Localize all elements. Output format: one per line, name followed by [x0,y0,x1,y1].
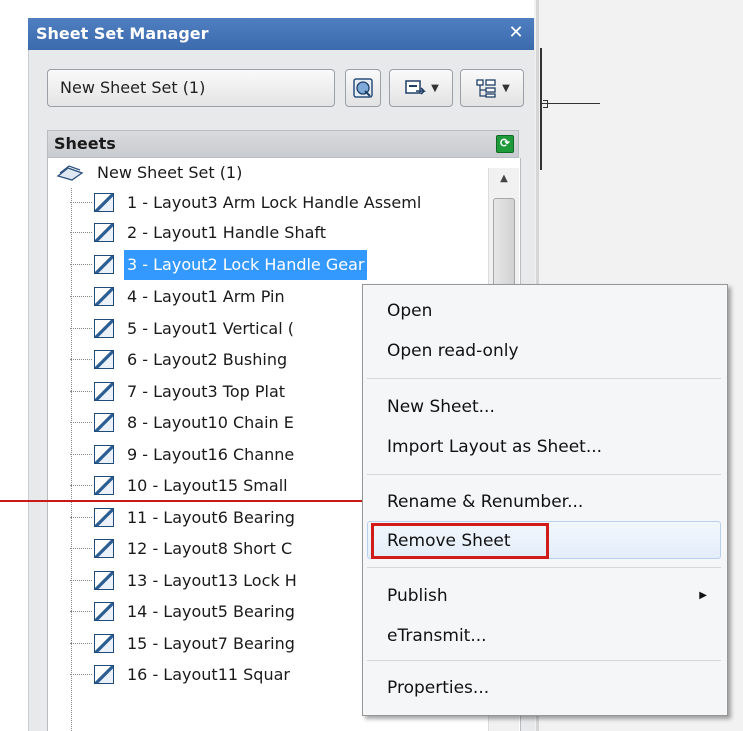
sheet-set-selector[interactable]: New Sheet Set (1) [47,69,335,107]
sheet-icon [94,571,114,590]
menu-separator [367,567,721,568]
menu-item-etransmit[interactable]: eTransmit... [385,620,721,652]
menu-item-publish[interactable]: Publish ▶ [385,580,721,612]
publish-dropdown-button[interactable]: ▼ [389,69,453,107]
chevron-down-icon: ▼ [431,82,439,94]
publish-button[interactable] [345,69,381,107]
annotation-leader-line [540,103,600,104]
chevron-down-icon: ▼ [502,82,510,94]
menu-item-rename-renumber[interactable]: Rename & Renumber... [385,486,721,518]
annotation-pointer-line [0,500,369,502]
menu-separator [367,474,721,475]
palette-title: Sheet Set Manager [36,24,209,43]
palette-title-bar: Sheet Set Manager ✕ [28,18,534,50]
sheet-icon [94,634,114,653]
sheet-icon [94,539,114,558]
sheet-icon [94,508,114,527]
sheet-icon [94,445,114,464]
menu-item-open[interactable]: Open [385,295,721,327]
menu-item-import-layout[interactable]: Import Layout as Sheet... [385,431,721,463]
sheet-icon [94,223,114,242]
sheet-icon [94,665,114,684]
view-options-button[interactable]: ▼ [460,69,524,107]
remove-sheet-highlight-box [371,523,549,559]
sheets-header-label: Sheets [54,134,116,153]
menu-separator [367,378,721,379]
sheet-icon [94,476,114,495]
menu-separator [367,660,721,661]
close-button[interactable]: ✕ [506,18,526,50]
tree-connector [71,188,72,731]
annotation-leader-tick [543,100,548,108]
sheets-section-header: Sheets ⟳ [47,130,519,158]
submenu-arrow-icon: ▶ [699,590,707,601]
refresh-icon[interactable]: ⟳ [496,135,514,153]
menu-item-new-sheet[interactable]: New Sheet... [385,391,721,423]
sheet-icon [94,287,114,306]
menu-item-properties[interactable]: Properties... [385,672,721,704]
sheet-icon [94,193,114,212]
close-icon: ✕ [508,22,524,43]
menu-item-publish-label: Publish [387,586,448,606]
sheet-icon [94,255,114,274]
publish-icon [353,78,373,98]
sheet-icon [94,382,114,401]
sheet-icon [94,602,114,621]
publish-dropdown-icon [405,80,427,95]
sheet-set-icon [56,165,84,181]
view-options-icon [476,79,496,98]
scroll-up-arrow-icon[interactable]: ▲ [489,168,519,190]
sheet-icon [94,413,114,432]
menu-item-open-read-only[interactable]: Open read-only [385,335,721,367]
annotation-vertical-line [540,48,542,170]
context-menu: Open Open read-only New Sheet... Import … [362,284,728,716]
sheet-icon [94,319,114,338]
tree-root-label: New Sheet Set (1) [97,163,243,182]
sheet-icon [94,350,114,369]
